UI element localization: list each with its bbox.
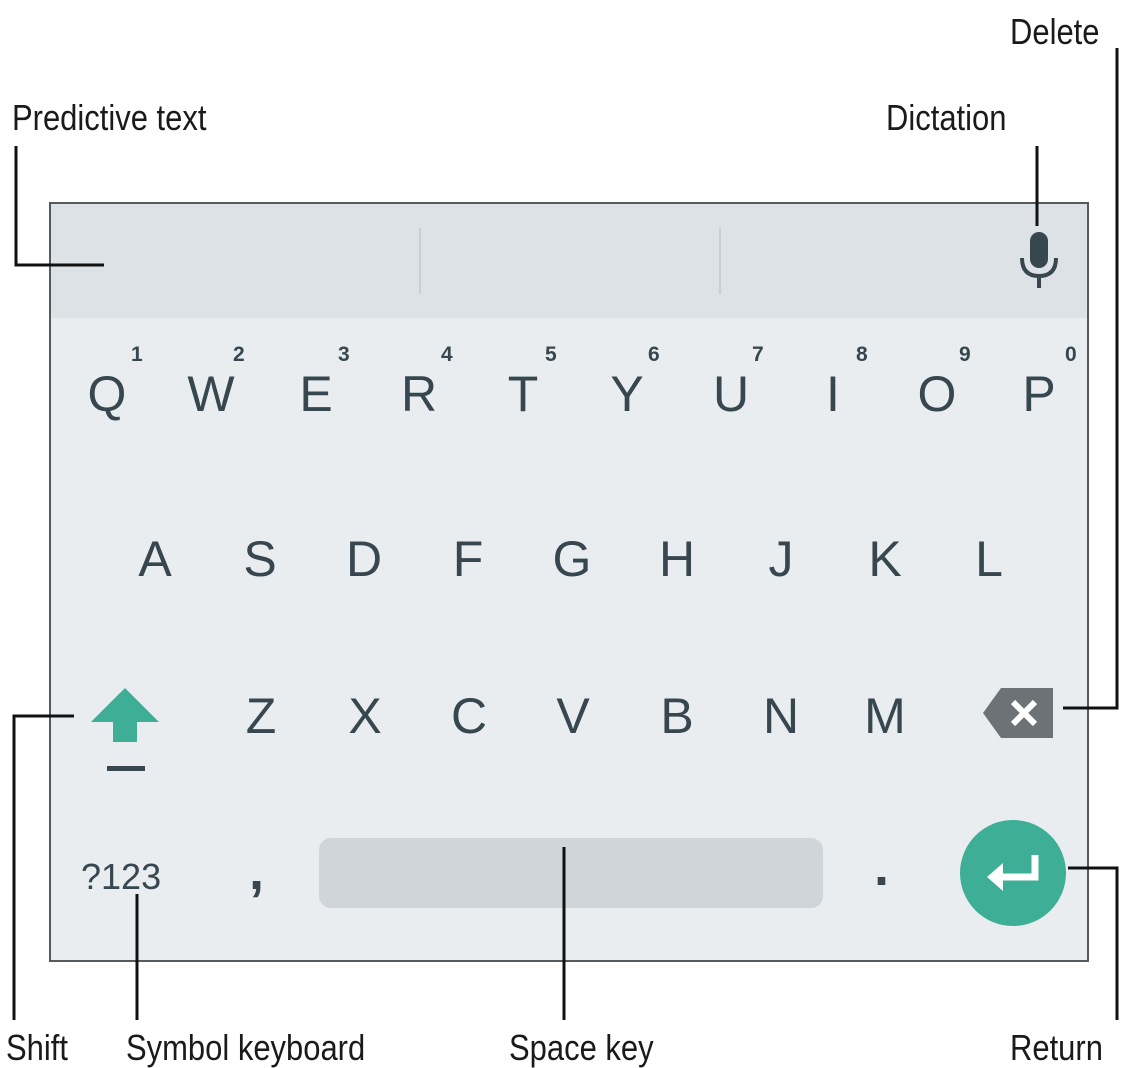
- leader-line-predictive-text: [14, 146, 104, 267]
- callout-leader-lines: [12, 48, 1119, 1020]
- leader-line-shift: [12, 714, 74, 1020]
- leader-line-return: [1068, 866, 1119, 1020]
- leader-line-delete: [1063, 48, 1119, 710]
